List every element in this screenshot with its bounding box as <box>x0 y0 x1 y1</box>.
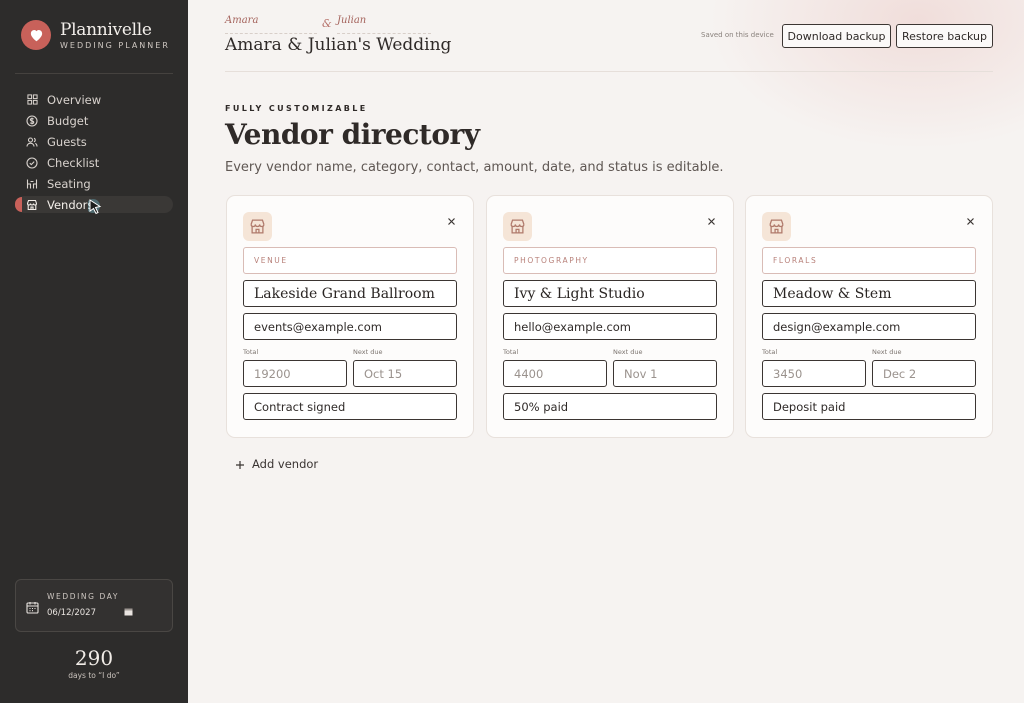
store-icon <box>26 199 38 211</box>
vendor-name-input[interactable]: Lakeside Grand Ballroom <box>243 280 457 307</box>
page-title: Vendor directory <box>225 118 480 151</box>
sidebar-item-label: Overview <box>47 92 102 107</box>
total-label: Total <box>243 348 259 356</box>
wedding-day-box: WEDDING DAY 06/12/2027 <box>15 579 173 632</box>
header-divider <box>225 71 993 72</box>
countdown: 290 days to “I do” <box>0 647 188 680</box>
couple-names: Amara & Julian Amara & Julian's Wedding <box>225 15 451 57</box>
vendor-category-input[interactable]: VENUE <box>243 247 457 274</box>
plus-icon <box>235 459 245 469</box>
next-due-label: Next due <box>872 348 902 356</box>
vendor-total-input[interactable]: 4400 <box>503 360 607 387</box>
countdown-days: 290 <box>74 646 114 670</box>
grid-icon <box>26 94 38 106</box>
sidebar-item-label: Checklist <box>47 155 100 170</box>
remove-vendor-close-icon[interactable] <box>706 212 717 225</box>
check-circle-icon <box>26 156 38 169</box>
people-icon <box>26 136 38 148</box>
store-icon <box>503 212 532 241</box>
sidebar-item-label: Seating <box>47 176 91 191</box>
remove-vendor-close-icon[interactable] <box>965 212 976 225</box>
vendor-status-input[interactable]: 50% paid <box>503 393 717 420</box>
vendor-card: VENUE Lakeside Grand Ballroom events@exa… <box>226 195 474 438</box>
vendor-next-due-input[interactable]: Dec 2 <box>872 360 976 387</box>
restore-backup-button[interactable]: Restore backup <box>896 24 993 48</box>
sidebar-item-guests[interactable]: Guests <box>16 133 173 150</box>
sidebar: Plannivelle WEDDING PLANNER Overview Bud… <box>0 0 188 703</box>
sidebar-item-seating[interactable]: Seating <box>16 175 173 192</box>
main-content: Amara & Julian Amara & Julian's Wedding … <box>188 0 1024 703</box>
vendor-card: PHOTOGRAPHY Ivy & Light Studio hello@exa… <box>486 195 734 438</box>
add-vendor-button[interactable]: Add vendor <box>235 457 318 471</box>
vendor-contact-input[interactable]: design@example.com <box>762 313 976 340</box>
next-due-label: Next due <box>353 348 383 356</box>
total-label: Total <box>503 348 519 356</box>
vendor-status-input[interactable]: Deposit paid <box>762 393 976 420</box>
dollar-icon <box>26 114 38 127</box>
background-glow <box>708 0 1024 150</box>
calendar-icon <box>26 599 39 618</box>
vendor-category-input[interactable]: PHOTOGRAPHY <box>503 247 717 274</box>
wedding-title-input[interactable]: Amara & Julian's Wedding <box>225 35 451 57</box>
total-label: Total <box>762 348 778 356</box>
partner-a-input[interactable]: Amara <box>225 15 317 34</box>
sidebar-item-label: Budget <box>47 113 89 128</box>
sidebar-item-budget[interactable]: Budget <box>16 112 173 129</box>
download-backup-button[interactable]: Download backup <box>782 24 891 48</box>
vendor-total-input[interactable]: 19200 <box>243 360 347 387</box>
vendor-category-input[interactable]: FLORALS <box>762 247 976 274</box>
store-icon <box>243 212 272 241</box>
sidebar-item-label: Guests <box>47 134 87 149</box>
vendor-contact-input[interactable]: events@example.com <box>243 313 457 340</box>
partner-b-input[interactable]: Julian <box>337 15 431 34</box>
vendor-status-input[interactable]: Contract signed <box>243 393 457 420</box>
saved-note: Saved on this device <box>701 31 774 39</box>
chairs-icon <box>26 178 38 190</box>
brand[interactable]: Plannivelle WEDDING PLANNER <box>21 20 170 50</box>
heart-icon <box>21 20 51 50</box>
vendor-next-due-input[interactable]: Oct 15 <box>353 360 457 387</box>
wedding-date-value: 06/12/2027 <box>47 607 96 618</box>
vendor-next-due-input[interactable]: Nov 1 <box>613 360 717 387</box>
wedding-date-input[interactable]: 06/12/2027 <box>47 606 133 619</box>
sidebar-item-checklist[interactable]: Checklist <box>16 154 173 171</box>
mouse-cursor-icon <box>86 199 103 220</box>
next-due-label: Next due <box>613 348 643 356</box>
vendor-total-input[interactable]: 3450 <box>762 360 866 387</box>
brand-name: Plannivelle <box>60 20 152 40</box>
vendor-card: FLORALS Meadow & Stem design@example.com… <box>745 195 993 438</box>
sidebar-divider <box>15 73 173 74</box>
vendor-contact-input[interactable]: hello@example.com <box>503 313 717 340</box>
vendor-name-input[interactable]: Ivy & Light Studio <box>503 280 717 307</box>
date-picker-icon[interactable] <box>124 607 133 619</box>
add-vendor-label: Add vendor <box>252 457 319 471</box>
ampersand: & <box>322 17 332 30</box>
vendor-name-input[interactable]: Meadow & Stem <box>762 280 976 307</box>
sidebar-item-overview[interactable]: Overview <box>16 91 173 108</box>
store-icon <box>762 212 791 241</box>
page-subtitle: Every vendor name, category, contact, am… <box>225 160 724 175</box>
wedding-day-label: WEDDING DAY <box>47 592 120 601</box>
countdown-caption: days to “I do” <box>68 671 120 680</box>
remove-vendor-close-icon[interactable] <box>446 212 457 225</box>
page-eyebrow: FULLY CUSTOMIZABLE <box>225 104 368 113</box>
sidebar-item-label: Vendors <box>47 197 94 212</box>
brand-subtitle: WEDDING PLANNER <box>60 41 170 50</box>
